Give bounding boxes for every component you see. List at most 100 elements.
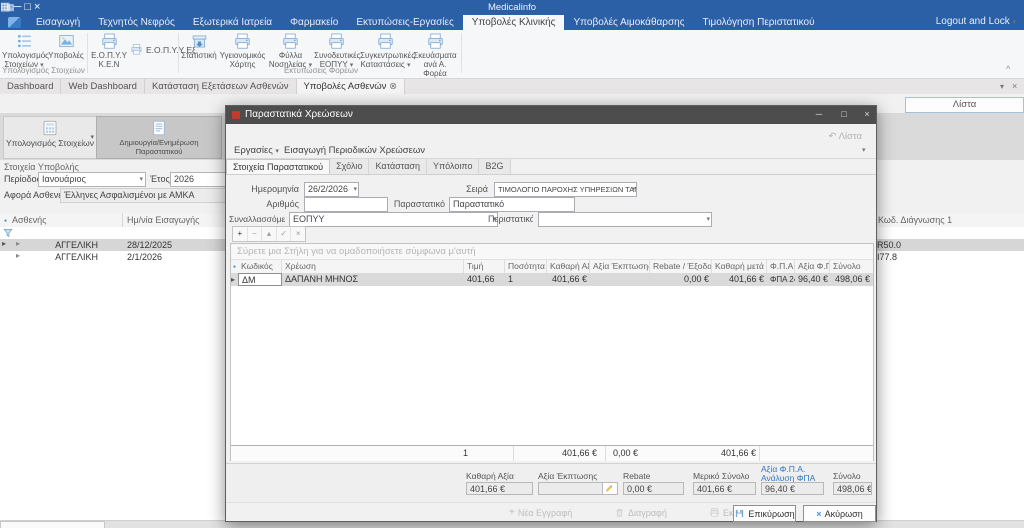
col-kodikos[interactable]: Κωδικός: [238, 260, 282, 273]
col-kathari-meta[interactable]: Καθαρή μετά: [712, 260, 767, 273]
tabbar-dropdown-icon[interactable]: ▾: [1000, 82, 1004, 91]
cancel-button[interactable]: × Ακύρωση: [803, 505, 876, 522]
ribbon-button-fylla-nosileias[interactable]: Φύλλα Νοσηλείας ▾: [268, 31, 313, 65]
discount-field[interactable]: [538, 482, 618, 495]
cell-code[interactable]: ΔΜ: [238, 273, 282, 286]
charge-row[interactable]: ▸ ΔΜ ΔΑΠΑΝΗ ΜΗΝΟΣ 401,66 1 401,66 € 0,00…: [231, 273, 873, 286]
tab-katastasi[interactable]: Κατάσταση: [369, 159, 426, 174]
nav-add-icon[interactable]: +: [233, 227, 248, 241]
col-axia-ekptosis[interactable]: Αξία Έκπτωσης: [590, 260, 650, 273]
incident-select[interactable]: ▾: [538, 212, 712, 227]
menu-import-periodic[interactable]: Εισαγωγή Περιοδικών Χρεώσεων: [284, 145, 425, 156]
period-select[interactable]: Ιανουάριος ▾: [38, 172, 146, 187]
series-label: Σειρά: [451, 184, 488, 194]
tab-stoixeia-parastatikou[interactable]: Στοιχεία Παραστατικού: [226, 159, 330, 174]
doc-tab-katastasi-exetaseon[interactable]: Κατάσταση Εξετάσεων Ασθενών: [145, 79, 297, 94]
record-navigator[interactable]: [0, 521, 105, 528]
number-label: Αριθμός: [236, 199, 299, 209]
col-posotita[interactable]: Ποσότητα: [505, 260, 547, 273]
ribbon-button-eopyy-ken[interactable]: Ε.Ο.Π.Υ.Υ Κ.Ε.Ν: [90, 31, 128, 65]
ribbon-button-ypovoles[interactable]: Υποβολές: [47, 31, 85, 65]
edit-discount-button[interactable]: [602, 483, 617, 494]
doc-type-input[interactable]: Παραστατικό: [449, 197, 575, 212]
printer-icon: [709, 507, 720, 518]
col-axia-fpa[interactable]: Αξία Φ.Π.Α.: [795, 260, 830, 273]
ribbon-button-skeyasmata[interactable]: Σκευάσματα ανά Α. Φορέα: [412, 31, 458, 65]
ribbon-button-calc[interactable]: Υπολογισμός Στοιχείων ▾: [2, 31, 46, 65]
ribbon-button-ygeionomikos-xartis[interactable]: Υγειονομικός Χάρτης: [218, 31, 267, 65]
ribbon-tab-ektyposeis[interactable]: Εκτυπώσεις-Εργασίες: [347, 15, 462, 30]
confirm-button[interactable]: Επικύρωση: [733, 505, 796, 522]
ribbon-button-synodeytikes[interactable]: Συνοδευτικές ΕΟΠΥΥ ▾: [314, 31, 359, 65]
summary-qty: 1: [424, 447, 468, 460]
create-document-button[interactable]: Δημιουργία/Ενημέρωση Παραστατικού: [96, 116, 222, 159]
column-admission-date[interactable]: Ημ/νία Εισαγωγής: [127, 215, 200, 225]
tab-ypoloipo[interactable]: Υπόλοιπο: [427, 159, 480, 174]
menu-overflow-icon[interactable]: ▾: [862, 146, 866, 154]
nav-cancel-icon[interactable]: ×: [291, 227, 305, 241]
nav-delete-icon[interactable]: −: [248, 227, 263, 241]
app-logo-icon[interactable]: [8, 17, 21, 28]
dialog-lista-link[interactable]: ↶ Λίστα: [828, 131, 862, 142]
expand-icon[interactable]: ▸: [16, 239, 20, 248]
ribbon-collapse-icon[interactable]: ^: [1006, 64, 1010, 74]
dialog-button-bar: + Νέα Εγγραφή Διαγραφή Εκτύπωση Επικύρωσ…: [226, 502, 876, 522]
ribbon-tab-ypovoles-aimokatharsis[interactable]: Υποβολές Αιμοκάθαρσης: [564, 15, 693, 30]
expand-icon[interactable]: ▸: [16, 251, 20, 260]
cell-net-after: 401,66 €: [712, 273, 767, 286]
counterparty-select[interactable]: ΕΟΠΥΥ ▾: [289, 212, 498, 227]
col-kathari-axia[interactable]: Καθαρή Αξία: [547, 260, 590, 273]
ribbon-tab-farmakeio[interactable]: Φαρμακείο: [281, 15, 347, 30]
group-by-panel[interactable]: Σύρετε μια Στήλη για να ομαδοποιήσετε σύ…: [231, 244, 873, 260]
cell-charge: ΔΑΠΑΝΗ ΜΗΝΟΣ: [282, 273, 464, 286]
rebate-field: 0,00 €: [623, 482, 684, 495]
dialog-close-icon[interactable]: ×: [856, 106, 878, 124]
dialog-maximize-icon[interactable]: □: [833, 106, 855, 124]
col-timi[interactable]: Τιμή: [464, 260, 505, 273]
rebate-label: Rebate: [623, 471, 650, 481]
calc-stoixeion-button[interactable]: Υπολογισμός Στοιχείων ▾: [3, 116, 97, 159]
printer-icon: [130, 43, 143, 56]
logout-and-lock[interactable]: Logout and Lock ▾: [936, 16, 1016, 27]
tab-b2g[interactable]: B2G: [479, 159, 510, 174]
cell-rebate: 0,00 €: [650, 273, 712, 286]
ribbon-body: Υπολογισμός Στοιχείων ▾ Υποβολές Ε.Ο.Π.Υ…: [0, 30, 1024, 79]
column-patient[interactable]: Ασθενής: [12, 215, 46, 225]
doc-tab-ypovoles-asthenon[interactable]: Υποβολές Ασθενών ⊗: [297, 79, 406, 94]
series-select[interactable]: ΤΙΜΟΛΟΓΙΟ ΠΑΡΟΧΗΣ ΥΠΗΡΕΣΙΩΝ ΤΑΜΕΙΟΥ ▾: [494, 182, 637, 197]
row-marker-icon: ▸: [2, 239, 6, 248]
lista-button[interactable]: Λίστα: [905, 97, 1024, 113]
number-input[interactable]: [304, 197, 388, 212]
column-diagnosis[interactable]: Κωδ. Διάγνωσης 1: [878, 215, 952, 225]
ribbon-button-sygkentrotikes[interactable]: Συγκεντρωτικές Καταστάσεις ▾: [360, 31, 411, 65]
ribbon-tab-ypovoles-klinikis[interactable]: Υποβολές Κλινικής: [463, 15, 565, 30]
ribbon-tab-texnitos-nefros[interactable]: Τεχνητός Νεφρός: [89, 15, 184, 30]
delete-button-disabled[interactable]: Διαγραφή: [614, 507, 667, 518]
tab-close-icon[interactable]: ⊗: [389, 81, 397, 92]
cell-total: 498,06 €: [830, 273, 873, 286]
new-record-button-disabled[interactable]: + Νέα Εγγραφή: [509, 507, 572, 518]
col-xreosi[interactable]: Χρέωση: [282, 260, 464, 273]
dialog-tab-strip: Στοιχεία Παραστατικού Σχόλιο Κατάσταση Υ…: [226, 159, 876, 175]
col-rebate[interactable]: Rebate / Έξοδα: [650, 260, 712, 273]
ribbon-button-statistiki[interactable]: Στατιστική: [181, 31, 217, 65]
nav-edit-icon[interactable]: ▴: [262, 227, 277, 241]
ribbon-group-label-calc: Υπολογισμός Στοιχείων: [0, 66, 87, 75]
dialog-minimize-icon[interactable]: ─: [808, 106, 830, 124]
nav-endedit-icon[interactable]: ✓: [277, 227, 292, 241]
year-input[interactable]: 2026: [170, 172, 228, 187]
ribbon-tab-exoterika-iatreia[interactable]: Εξωτερικά Ιατρεία: [184, 15, 281, 30]
trash-icon: [614, 507, 625, 518]
ribbon-tab-timologisi[interactable]: Τιμολόγηση Περιστατικού: [694, 15, 824, 30]
tab-sxolio[interactable]: Σχόλιο: [330, 159, 369, 174]
menu-ergasies[interactable]: Εργασίες ▾: [234, 145, 279, 156]
chevron-down-icon: ▾: [631, 183, 635, 196]
doc-tab-web-dashboard[interactable]: Web Dashboard: [61, 79, 144, 94]
patients-field[interactable]: Έλληνες Ασφαλισμένοι με ΑΜΚΑ: [60, 188, 228, 203]
ribbon-tab-eisagogi[interactable]: Εισαγωγή: [27, 15, 89, 30]
col-fpa-pct[interactable]: Φ.Π.Α. %: [767, 260, 795, 273]
date-field[interactable]: 26/2/2026 ▾: [304, 182, 359, 197]
col-synolo[interactable]: Σύνολο: [830, 260, 873, 273]
doc-tab-dashboard[interactable]: Dashboard: [0, 79, 61, 94]
tabbar-close-icon[interactable]: ×: [1012, 81, 1017, 91]
